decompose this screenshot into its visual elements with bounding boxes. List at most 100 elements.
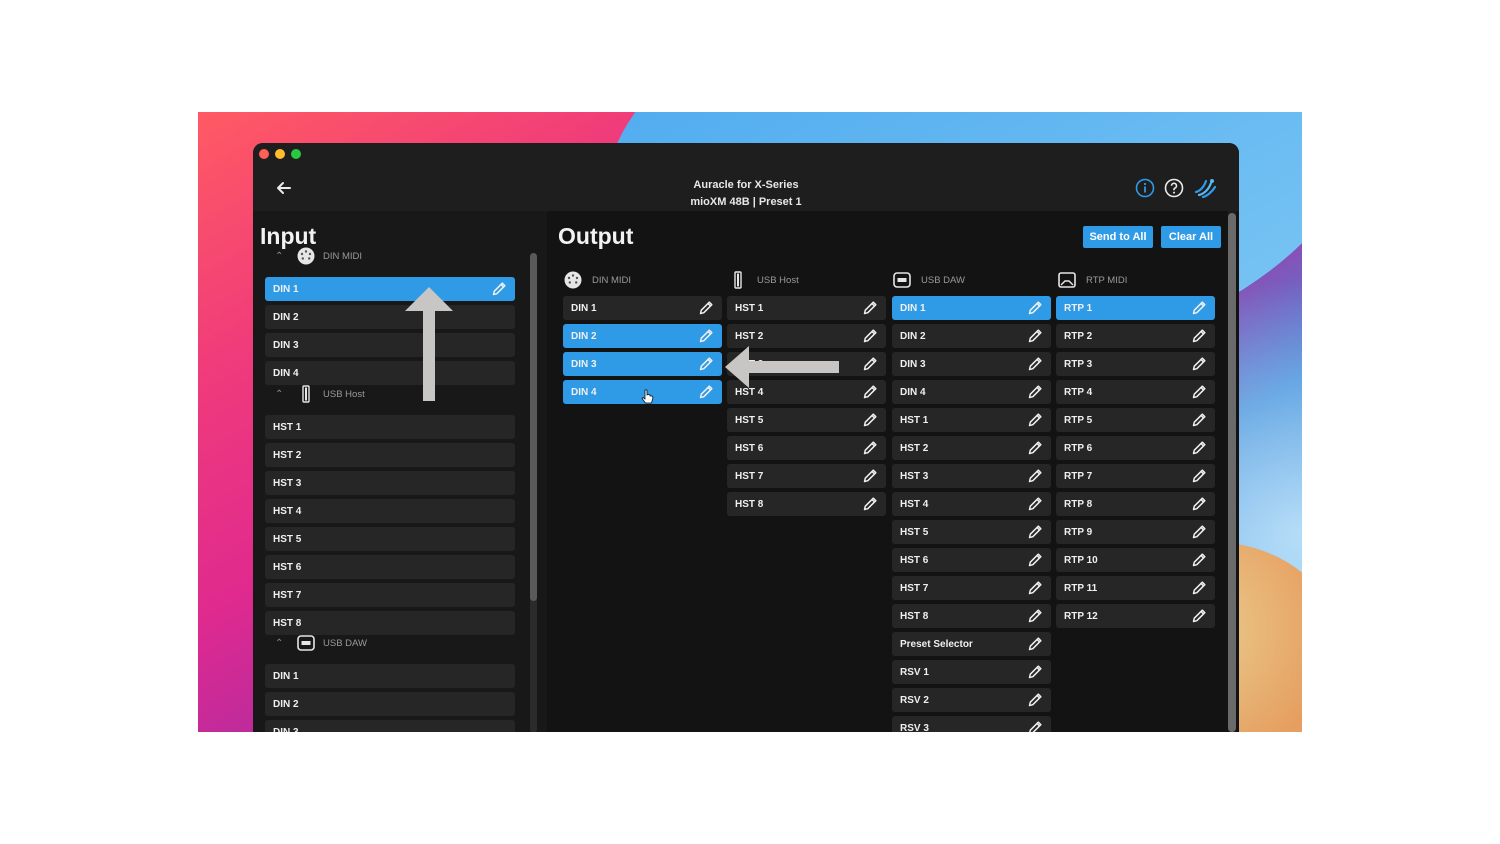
input-scrollbar-thumb[interactable] xyxy=(530,253,537,601)
pencil-icon[interactable] xyxy=(1191,496,1207,512)
output-port-rtp-midi-rtp-3[interactable]: RTP 3 xyxy=(1056,352,1215,376)
pencil-icon[interactable] xyxy=(1027,608,1043,624)
input-port-din-midi-din-1[interactable]: DIN 1 xyxy=(265,277,515,301)
input-port-usb-host-hst-3[interactable]: HST 3 xyxy=(265,471,515,495)
pencil-icon[interactable] xyxy=(1191,580,1207,596)
input-port-din-midi-din-3[interactable]: DIN 3 xyxy=(265,333,515,357)
input-group-header-din-midi[interactable]: ⌃ DIN MIDI xyxy=(275,245,362,267)
output-port-rtp-midi-rtp-8[interactable]: RTP 8 xyxy=(1056,492,1215,516)
output-port-usb-host-hst-8[interactable]: HST 8 xyxy=(727,492,886,516)
output-port-rtp-midi-rtp-2[interactable]: RTP 2 xyxy=(1056,324,1215,348)
pencil-icon[interactable] xyxy=(1191,384,1207,400)
info-icon[interactable] xyxy=(1135,178,1155,198)
pencil-icon[interactable] xyxy=(1027,356,1043,372)
input-port-usb-host-hst-7[interactable]: HST 7 xyxy=(265,583,515,607)
output-port-usb-daw-din-4[interactable]: DIN 4 xyxy=(892,380,1051,404)
input-port-usb-daw-din-3[interactable]: DIN 3 xyxy=(265,720,515,732)
pencil-icon[interactable] xyxy=(1027,412,1043,428)
pencil-icon[interactable] xyxy=(1027,300,1043,316)
output-port-usb-host-hst-6[interactable]: HST 6 xyxy=(727,436,886,460)
output-port-usb-daw-preset-selector[interactable]: Preset Selector xyxy=(892,632,1051,656)
output-port-usb-daw-hst-6[interactable]: HST 6 xyxy=(892,548,1051,572)
pencil-icon[interactable] xyxy=(1027,524,1043,540)
output-port-usb-daw-hst-2[interactable]: HST 2 xyxy=(892,436,1051,460)
output-port-usb-daw-din-3[interactable]: DIN 3 xyxy=(892,352,1051,376)
input-group-header-usb-host[interactable]: ⌃ USB Host xyxy=(275,383,365,405)
output-port-din-midi-din-2[interactable]: DIN 2 xyxy=(563,324,722,348)
input-port-usb-host-hst-4[interactable]: HST 4 xyxy=(265,499,515,523)
output-port-usb-daw-rsv-1[interactable]: RSV 1 xyxy=(892,660,1051,684)
pencil-icon[interactable] xyxy=(1027,580,1043,596)
output-port-rtp-midi-rtp-12[interactable]: RTP 12 xyxy=(1056,604,1215,628)
pencil-icon[interactable] xyxy=(1027,468,1043,484)
chevron-up-icon[interactable]: ⌃ xyxy=(275,389,289,400)
pencil-icon[interactable] xyxy=(1191,468,1207,484)
back-arrow-icon[interactable] xyxy=(273,177,295,199)
pencil-icon[interactable] xyxy=(1191,356,1207,372)
pencil-icon[interactable] xyxy=(1191,440,1207,456)
pencil-icon[interactable] xyxy=(698,356,714,372)
output-port-rtp-midi-rtp-9[interactable]: RTP 9 xyxy=(1056,520,1215,544)
output-port-usb-daw-rsv-2[interactable]: RSV 2 xyxy=(892,688,1051,712)
input-port-usb-host-hst-6[interactable]: HST 6 xyxy=(265,555,515,579)
output-port-din-midi-din-1[interactable]: DIN 1 xyxy=(563,296,722,320)
pencil-icon[interactable] xyxy=(862,440,878,456)
pencil-icon[interactable] xyxy=(1027,328,1043,344)
output-port-rtp-midi-rtp-5[interactable]: RTP 5 xyxy=(1056,408,1215,432)
pencil-icon[interactable] xyxy=(1027,496,1043,512)
input-port-usb-daw-din-2[interactable]: DIN 2 xyxy=(265,692,515,716)
input-port-usb-host-hst-5[interactable]: HST 5 xyxy=(265,527,515,551)
output-port-din-midi-din-3[interactable]: DIN 3 xyxy=(563,352,722,376)
minimize-window-button[interactable] xyxy=(275,149,285,159)
pencil-icon[interactable] xyxy=(862,384,878,400)
output-port-usb-host-hst-2[interactable]: HST 2 xyxy=(727,324,886,348)
output-port-usb-daw-hst-4[interactable]: HST 4 xyxy=(892,492,1051,516)
output-port-usb-daw-rsv-3[interactable]: RSV 3 xyxy=(892,716,1051,732)
output-port-rtp-midi-rtp-11[interactable]: RTP 11 xyxy=(1056,576,1215,600)
pencil-icon[interactable] xyxy=(698,328,714,344)
output-scrollbar-thumb[interactable] xyxy=(1228,213,1236,732)
close-window-button[interactable] xyxy=(259,149,269,159)
output-port-usb-host-hst-1[interactable]: HST 1 xyxy=(727,296,886,320)
pencil-icon[interactable] xyxy=(1191,608,1207,624)
output-port-usb-daw-hst-3[interactable]: HST 3 xyxy=(892,464,1051,488)
zoom-window-button[interactable] xyxy=(291,149,301,159)
output-port-usb-host-hst-7[interactable]: HST 7 xyxy=(727,464,886,488)
output-port-usb-daw-hst-1[interactable]: HST 1 xyxy=(892,408,1051,432)
output-port-usb-daw-hst-7[interactable]: HST 7 xyxy=(892,576,1051,600)
chevron-up-icon[interactable]: ⌃ xyxy=(275,251,289,262)
pencil-icon[interactable] xyxy=(491,281,507,297)
pencil-icon[interactable] xyxy=(1027,440,1043,456)
input-port-din-midi-din-4[interactable]: DIN 4 xyxy=(265,361,515,385)
pencil-icon[interactable] xyxy=(698,300,714,316)
pencil-icon[interactable] xyxy=(862,412,878,428)
clear-all-button[interactable]: Clear All xyxy=(1161,226,1221,248)
pencil-icon[interactable] xyxy=(1191,300,1207,316)
pencil-icon[interactable] xyxy=(1027,552,1043,568)
pencil-icon[interactable] xyxy=(1027,636,1043,652)
input-port-usb-host-hst-2[interactable]: HST 2 xyxy=(265,443,515,467)
pencil-icon[interactable] xyxy=(862,496,878,512)
pencil-icon[interactable] xyxy=(862,468,878,484)
iconnectivity-logo-icon[interactable] xyxy=(1193,178,1217,199)
output-port-usb-daw-din-1[interactable]: DIN 1 xyxy=(892,296,1051,320)
pencil-icon[interactable] xyxy=(862,328,878,344)
help-icon[interactable] xyxy=(1164,178,1184,198)
output-port-usb-daw-hst-5[interactable]: HST 5 xyxy=(892,520,1051,544)
input-group-header-usb-daw[interactable]: ⌃ USB DAW xyxy=(275,632,367,654)
output-port-rtp-midi-rtp-4[interactable]: RTP 4 xyxy=(1056,380,1215,404)
output-scrollbar[interactable] xyxy=(1228,211,1236,732)
pencil-icon[interactable] xyxy=(1191,328,1207,344)
output-port-rtp-midi-rtp-1[interactable]: RTP 1 xyxy=(1056,296,1215,320)
pencil-icon[interactable] xyxy=(862,356,878,372)
pencil-icon[interactable] xyxy=(1027,664,1043,680)
output-port-usb-daw-din-2[interactable]: DIN 2 xyxy=(892,324,1051,348)
pencil-icon[interactable] xyxy=(1191,552,1207,568)
input-port-din-midi-din-2[interactable]: DIN 2 xyxy=(265,305,515,329)
input-scrollbar[interactable] xyxy=(530,253,537,732)
output-port-usb-daw-hst-8[interactable]: HST 8 xyxy=(892,604,1051,628)
input-port-usb-daw-din-1[interactable]: DIN 1 xyxy=(265,664,515,688)
pencil-icon[interactable] xyxy=(862,300,878,316)
output-port-rtp-midi-rtp-7[interactable]: RTP 7 xyxy=(1056,464,1215,488)
pencil-icon[interactable] xyxy=(698,384,714,400)
